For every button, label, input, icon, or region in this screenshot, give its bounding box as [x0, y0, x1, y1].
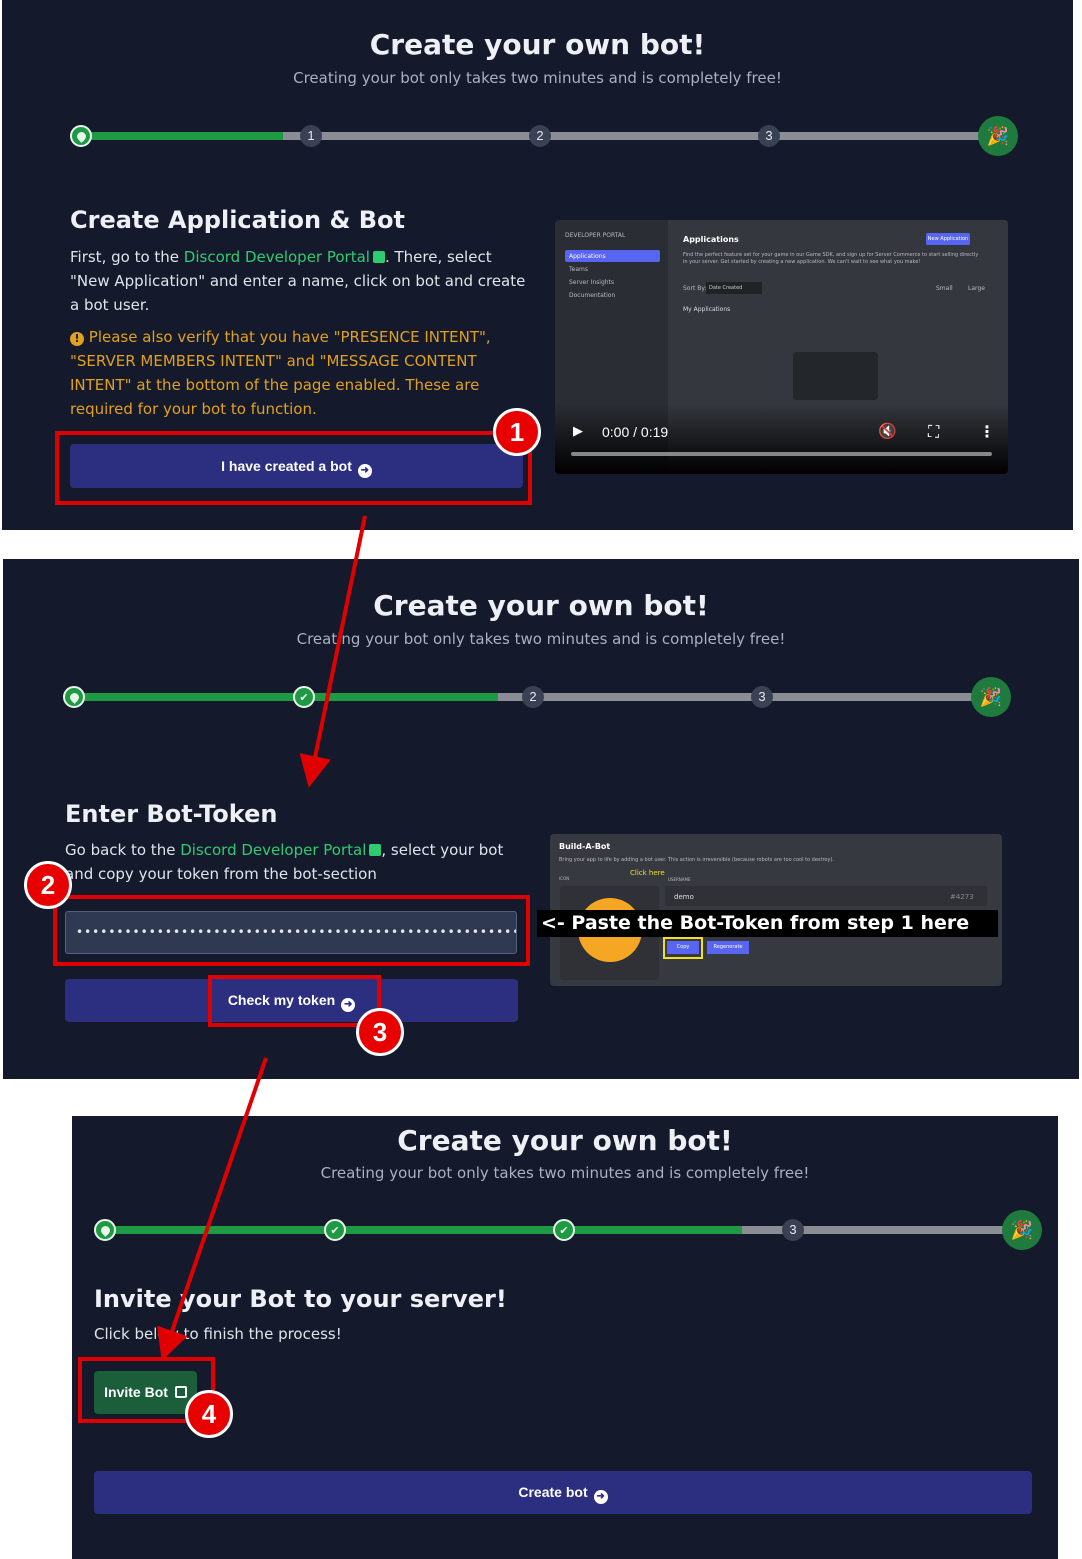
step-heading: Enter Bot-Token — [65, 800, 278, 828]
video-sort-label: Sort By: — [683, 285, 707, 292]
annotation-box-1 — [55, 431, 532, 505]
progress-done-node: ✔ — [553, 1219, 575, 1241]
check-icon: ✔ — [559, 1225, 569, 1237]
warning-text: Please also verify that you have "PRESEN… — [70, 328, 491, 418]
play-icon[interactable]: ▶ — [573, 424, 583, 439]
annotation-box-2 — [53, 895, 530, 966]
developer-portal-link[interactable]: Discord Developer Portal — [184, 248, 370, 266]
bab-discriminator: #4273 — [950, 893, 974, 901]
page-subtitle: Creating your bot only takes two minutes… — [320, 1164, 810, 1182]
annotation-box-3 — [208, 975, 381, 1027]
step-instructions: Click below to finish the process! — [94, 1325, 342, 1343]
step-heading: Invite your Bot to your server! — [94, 1285, 507, 1313]
bab-description: Bring your app to life by adding a bot u… — [559, 857, 834, 863]
intent-warning: ! Please also verify that you have "PRES… — [70, 325, 520, 421]
page-subtitle: Creating your bot only takes two minutes… — [296, 630, 786, 648]
check-icon: ✔ — [299, 692, 309, 704]
video-sidebar-item: Teams — [569, 266, 588, 273]
video-time: 0:00 / 0:19 — [602, 424, 669, 440]
bab-username-field — [665, 886, 987, 906]
bab-title: Build-A-Bot — [559, 842, 611, 851]
fullscreen-icon[interactable]: ⛶ — [928, 422, 939, 442]
page-title: Create your own bot! — [373, 589, 709, 622]
video-my-apps: My Applications — [683, 306, 731, 313]
step-instructions: Go back to the Discord Developer Portal,… — [65, 838, 505, 886]
progress-done-node: ✔ — [293, 686, 315, 708]
progress-bar: ✔ ✔ 3 🎉 — [94, 1210, 1044, 1250]
location-pin-icon — [67, 691, 81, 704]
video-sidebar-item: Documentation — [569, 292, 616, 299]
bab-copy-button: Copy — [667, 941, 699, 954]
progress-step-node: 3 — [782, 1219, 804, 1241]
paste-token-hint: <- Paste the Bot-Token from step 1 here — [537, 910, 998, 937]
progress-start-node — [63, 686, 85, 708]
external-link-icon — [369, 844, 382, 856]
progress-step-node: 2 — [529, 125, 551, 147]
bab-username-label: USERNAME — [668, 877, 691, 882]
step-heading: Create Application & Bot — [70, 206, 406, 234]
page-title: Create your own bot! — [397, 1124, 733, 1157]
bab-click-here: Click here — [630, 869, 665, 877]
progress-step-node: 3 — [758, 125, 780, 147]
video-sidebar-header: DEVELOPER PORTAL — [565, 232, 626, 239]
progress-done-node: ✔ — [324, 1219, 346, 1241]
annotation-badge-3: 3 — [356, 1008, 404, 1056]
video-seek-bar[interactable] — [571, 452, 992, 456]
bab-regenerate-button: Regenerate — [707, 941, 749, 954]
progress-fill — [80, 132, 284, 140]
step-instructions: First, go to the Discord Developer Porta… — [70, 245, 530, 317]
progress-start-node — [94, 1219, 116, 1241]
check-icon: ✔ — [330, 1225, 340, 1237]
video-view-small: Small — [936, 285, 953, 292]
annotation-badge-4: 4 — [185, 1390, 233, 1438]
annotation-badge-1: 1 — [493, 408, 541, 456]
tutorial-video[interactable]: DEVELOPER PORTAL Applications Teams Serv… — [555, 220, 1008, 474]
progress-fill — [73, 693, 499, 701]
instruction-text: First, go to the — [70, 248, 184, 266]
video-description: Find the perfect feature set for your ga… — [683, 252, 979, 265]
mute-icon[interactable]: 🔇 — [878, 422, 897, 440]
arrow-right-circle-icon: ➜ — [593, 1490, 608, 1504]
page-subtitle: Creating your bot only takes two minutes… — [293, 69, 782, 87]
external-link-icon — [372, 251, 385, 263]
video-new-app-button: New Application — [926, 233, 970, 245]
location-pin-icon — [98, 1224, 112, 1237]
video-controls: ▶ 0:00 / 0:19 🔇 ⛶ ⋮ — [555, 404, 1008, 474]
progress-step-node: 1 — [300, 125, 322, 147]
video-main-title: Applications — [683, 235, 739, 244]
warning-icon: ! — [70, 332, 84, 346]
button-label: Create bot — [518, 1484, 588, 1500]
progress-fill — [104, 1226, 742, 1234]
video-sort-select: Date Created — [706, 282, 762, 294]
video-sidebar-item: Server Insights — [569, 279, 615, 286]
progress-step-node: 2 — [522, 686, 544, 708]
bab-username: demo — [674, 893, 694, 901]
location-pin-icon — [74, 130, 88, 143]
party-popper-icon: 🎉 — [971, 677, 1011, 717]
progress-start-node — [70, 125, 92, 147]
bab-icon-label: ICON — [559, 876, 570, 881]
party-popper-icon: 🎉 — [978, 116, 1018, 156]
page-title: Create your own bot! — [369, 28, 706, 61]
progress-bar: ✔ 2 3 🎉 — [63, 677, 1013, 717]
video-view-large: Large — [968, 285, 985, 292]
instruction-text: Go back to the — [65, 841, 181, 859]
developer-portal-link[interactable]: Discord Developer Portal — [180, 841, 366, 859]
party-popper-icon: 🎉 — [1002, 1210, 1042, 1250]
create-bot-button[interactable]: Create bot ➜ — [94, 1471, 1032, 1514]
annotation-badge-2: 2 — [24, 861, 72, 909]
video-sidebar-item: Applications — [569, 253, 606, 260]
progress-step-node: 3 — [751, 686, 773, 708]
more-options-icon[interactable]: ⋮ — [979, 422, 995, 441]
progress-bar: 1 2 3 🎉 — [70, 116, 1020, 156]
video-illustration — [793, 352, 878, 400]
